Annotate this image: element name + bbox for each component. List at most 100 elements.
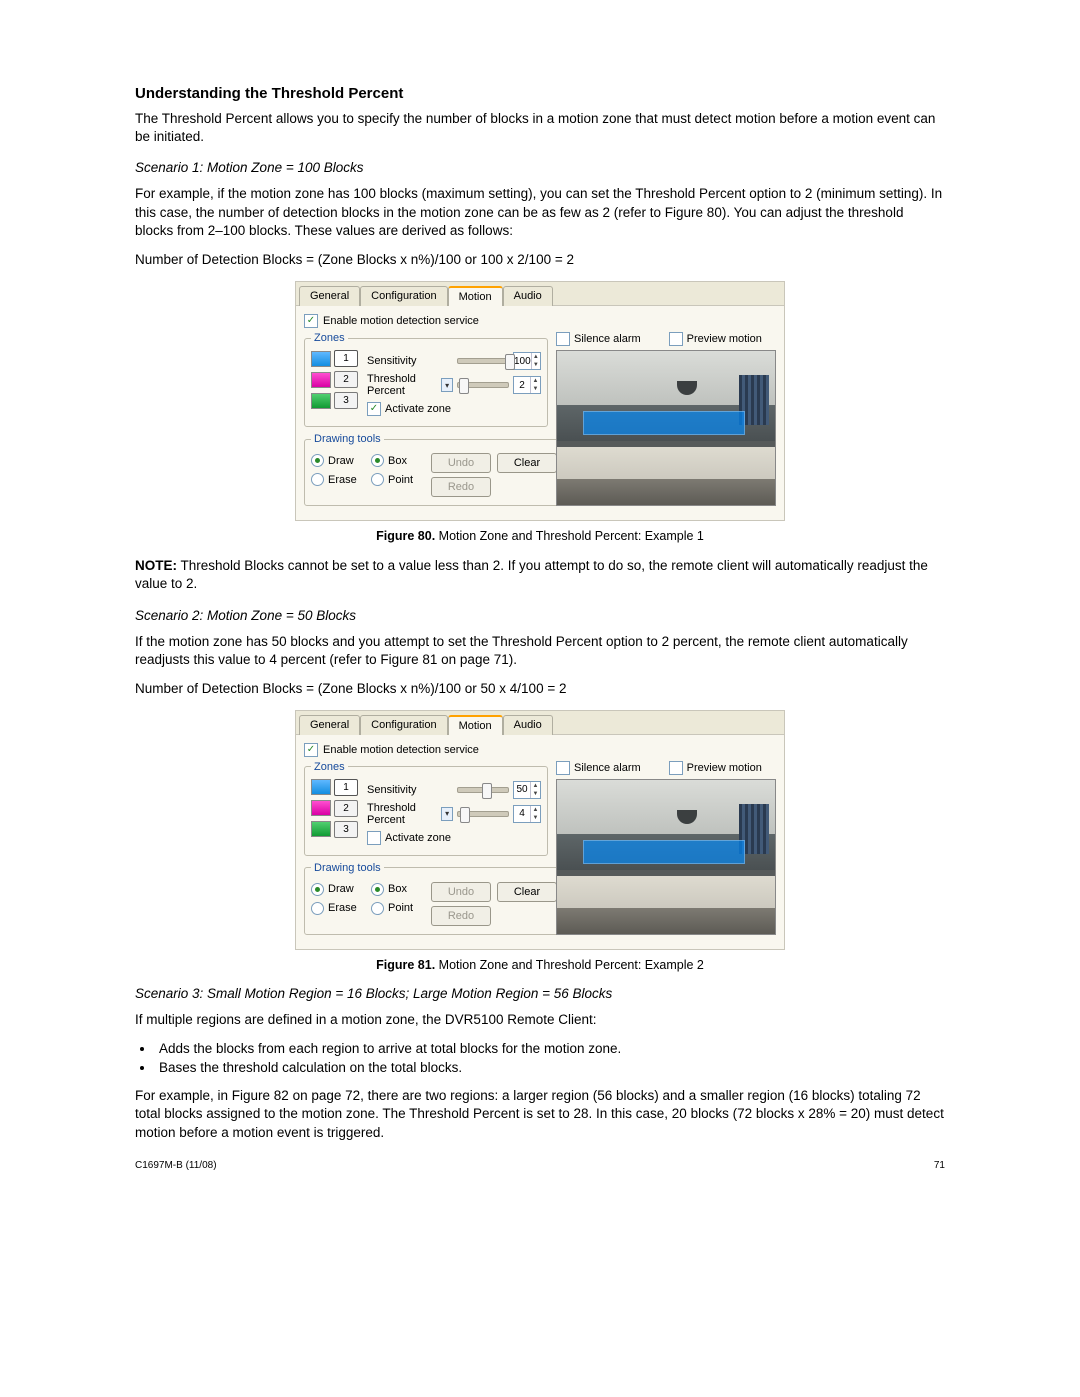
tab-audio[interactable]: Audio [503, 286, 553, 306]
tab-general[interactable]: General [299, 715, 360, 735]
threshold-spinner[interactable]: 4▲▼ [513, 805, 541, 823]
preview-motion-label: Preview motion [687, 762, 762, 774]
silence-alarm-label: Silence alarm [574, 762, 641, 774]
tab-motion[interactable]: Motion [448, 715, 503, 735]
scenario3-intro: If multiple regions are defined in a mot… [135, 1011, 945, 1029]
zone-swatch-3 [311, 821, 331, 837]
footer-page-number: 71 [934, 1160, 945, 1171]
sensitivity-slider[interactable] [457, 358, 509, 364]
footer-doc-id: C1697M-B (11/08) [135, 1160, 217, 1171]
drawing-tools-fieldset: Drawing tools Draw Erase Box Point [304, 433, 564, 506]
tab-bar: General Configuration Motion Audio [296, 282, 784, 306]
document-page: Understanding the Threshold Percent The … [0, 0, 1080, 1199]
radio-draw[interactable] [311, 454, 324, 467]
threshold-dropdown-icon[interactable] [441, 378, 453, 392]
note-paragraph: NOTE: Threshold Blocks cannot be set to … [135, 557, 945, 593]
zone-button-3[interactable]: 3 [334, 392, 358, 409]
redo-button[interactable]: Redo [431, 906, 491, 926]
ui-panel-example2: General Configuration Motion Audio Enabl… [295, 710, 785, 950]
zone-button-2[interactable]: 2 [334, 371, 358, 388]
zone-button-1[interactable]: 1 [334, 779, 358, 796]
zones-legend: Zones [311, 761, 348, 773]
scenario1-para: For example, if the motion zone has 100 … [135, 185, 945, 240]
threshold-spinner[interactable]: 2▲▼ [513, 376, 541, 394]
zone-swatch-2 [311, 372, 331, 388]
tab-audio[interactable]: Audio [503, 715, 553, 735]
intro-paragraph: The Threshold Percent allows you to spec… [135, 110, 945, 146]
threshold-label: Threshold Percent [367, 802, 439, 826]
zone-swatch-1 [311, 351, 331, 367]
zones-fieldset: Zones 1 2 3 Sensitivity [304, 761, 548, 856]
tab-motion[interactable]: Motion [448, 286, 503, 306]
redo-button[interactable]: Redo [431, 477, 491, 497]
list-item: Adds the blocks from each region to arri… [155, 1041, 945, 1056]
radio-point[interactable] [371, 902, 384, 915]
enable-motion-label: Enable motion detection service [323, 744, 479, 756]
sensitivity-slider[interactable] [457, 787, 509, 793]
threshold-dropdown-icon[interactable] [441, 807, 453, 821]
tab-configuration[interactable]: Configuration [360, 715, 447, 735]
camera-preview [556, 779, 776, 935]
radio-box[interactable] [371, 883, 384, 896]
threshold-label: Threshold Percent [367, 373, 439, 397]
radio-erase[interactable] [311, 473, 324, 486]
radio-erase-label: Erase [328, 474, 357, 486]
figure80-caption: Figure 80. Motion Zone and Threshold Per… [135, 529, 945, 543]
silence-alarm-checkbox[interactable] [556, 761, 570, 775]
radio-box[interactable] [371, 454, 384, 467]
tab-configuration[interactable]: Configuration [360, 286, 447, 306]
drawing-tools-legend: Drawing tools [311, 862, 384, 874]
list-item: Bases the threshold calculation on the t… [155, 1060, 945, 1075]
preview-motion-checkbox[interactable] [669, 332, 683, 346]
clear-button[interactable]: Clear [497, 882, 557, 902]
scenario2-title: Scenario 2: Motion Zone = 50 Blocks [135, 608, 945, 623]
scenario2-formula: Number of Detection Blocks = (Zone Block… [135, 681, 945, 696]
threshold-slider[interactable] [457, 382, 509, 388]
scenario3-list: Adds the blocks from each region to arri… [155, 1041, 945, 1075]
radio-point[interactable] [371, 473, 384, 486]
scenario2-para: If the motion zone has 50 blocks and you… [135, 633, 945, 669]
enable-motion-label: Enable motion detection service [323, 315, 479, 327]
radio-box-label: Box [388, 455, 407, 467]
zone-button-3[interactable]: 3 [334, 821, 358, 838]
scenario3-para: For example, in Figure 82 on page 72, th… [135, 1087, 945, 1142]
undo-button[interactable]: Undo [431, 453, 491, 473]
zone-swatch-1 [311, 779, 331, 795]
threshold-slider[interactable] [457, 811, 509, 817]
zones-legend: Zones [311, 332, 348, 344]
radio-erase-label: Erase [328, 902, 357, 914]
tab-bar: General Configuration Motion Audio [296, 711, 784, 735]
zone-swatch-2 [311, 800, 331, 816]
radio-erase[interactable] [311, 902, 324, 915]
preview-motion-checkbox[interactable] [669, 761, 683, 775]
sensitivity-label: Sensitivity [367, 784, 453, 796]
enable-motion-checkbox[interactable] [304, 743, 318, 757]
zone-button-2[interactable]: 2 [334, 800, 358, 817]
zone-button-1[interactable]: 1 [334, 350, 358, 367]
radio-draw[interactable] [311, 883, 324, 896]
tab-general[interactable]: General [299, 286, 360, 306]
drawing-tools-legend: Drawing tools [311, 433, 384, 445]
activate-zone-checkbox[interactable] [367, 402, 381, 416]
sensitivity-label: Sensitivity [367, 355, 453, 367]
activate-zone-label: Activate zone [385, 403, 451, 415]
section-heading: Understanding the Threshold Percent [135, 85, 945, 102]
radio-point-label: Point [388, 474, 413, 486]
scenario3-title: Scenario 3: Small Motion Region = 16 Blo… [135, 986, 945, 1001]
camera-preview [556, 350, 776, 506]
clear-button[interactable]: Clear [497, 453, 557, 473]
ui-panel-example1: General Configuration Motion Audio Enabl… [295, 281, 785, 521]
undo-button[interactable]: Undo [431, 882, 491, 902]
radio-box-label: Box [388, 883, 407, 895]
silence-alarm-checkbox[interactable] [556, 332, 570, 346]
radio-draw-label: Draw [328, 883, 354, 895]
preview-motion-label: Preview motion [687, 333, 762, 345]
radio-point-label: Point [388, 902, 413, 914]
silence-alarm-label: Silence alarm [574, 333, 641, 345]
activate-zone-checkbox[interactable] [367, 831, 381, 845]
enable-motion-checkbox[interactable] [304, 314, 318, 328]
radio-draw-label: Draw [328, 455, 354, 467]
sensitivity-spinner[interactable]: 50▲▼ [513, 781, 541, 799]
sensitivity-spinner[interactable]: 100▲▼ [513, 352, 541, 370]
figure-81: General Configuration Motion Audio Enabl… [135, 710, 945, 950]
